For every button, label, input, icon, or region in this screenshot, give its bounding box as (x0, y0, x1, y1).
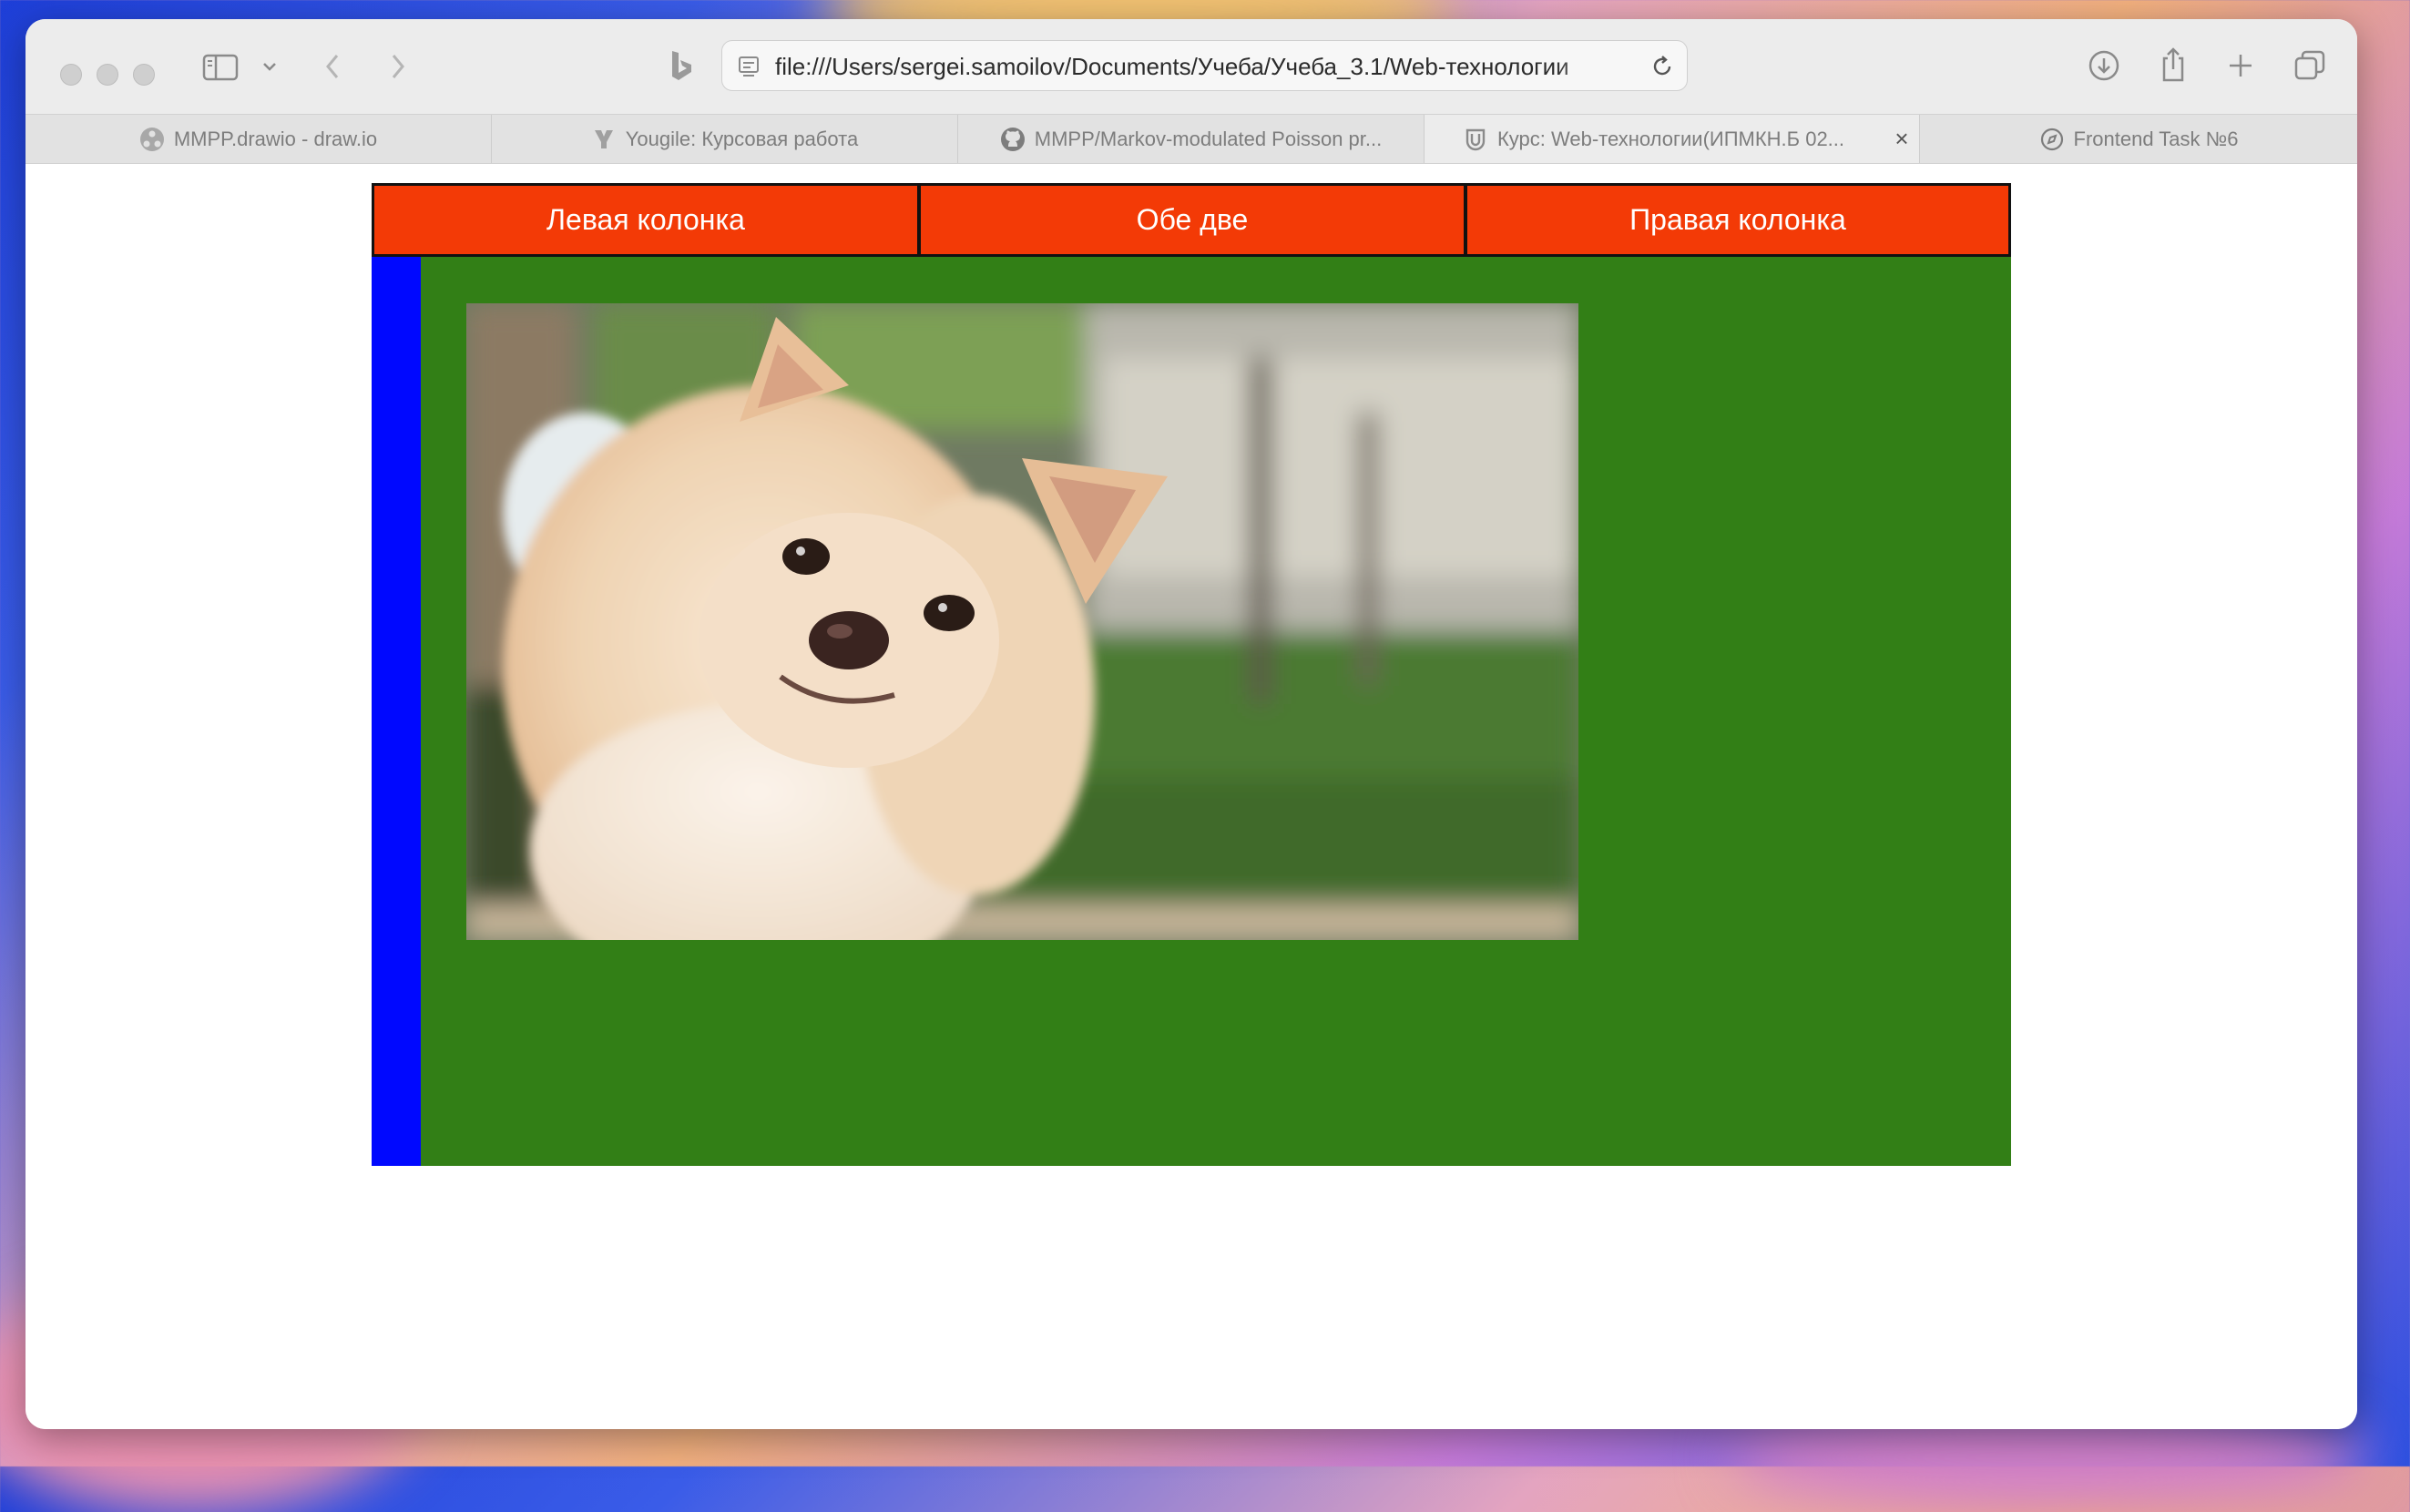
page-content: Левая колонка Обе две Правая колонка (26, 164, 2357, 1429)
tab-github[interactable]: MMPP/Markov-modulated Poisson pr... (958, 115, 1425, 163)
tab-moodle[interactable]: Курс: Web-технологии(ИПМКН.Б 02... × (1425, 115, 1920, 163)
drawio-icon (139, 127, 165, 152)
main-area (372, 257, 2011, 1166)
tab-drawio[interactable]: MMPP.drawio - draw.io (26, 115, 492, 163)
tab-yougile[interactable]: Yougile: Курсовая работа (492, 115, 958, 163)
github-icon (1000, 127, 1026, 152)
right-column-button[interactable]: Правая колонка (1465, 183, 2011, 257)
moodle-icon (1463, 127, 1488, 152)
pomeranian-dog-photo (466, 303, 1578, 940)
browser-window: file:///Users/sergei.samoilov/Documents/… (26, 19, 2357, 1429)
new-tab-icon[interactable] (2224, 49, 2257, 82)
both-columns-button[interactable]: Обе две (918, 183, 1466, 257)
tab-label: MMPP.drawio - draw.io (173, 127, 378, 150)
minimize-window-button[interactable] (97, 64, 118, 86)
zoom-window-button[interactable] (133, 64, 155, 86)
tab-overview-icon[interactable] (2292, 47, 2328, 84)
yougile-icon (591, 127, 617, 152)
tab-label: Frontend Task №6 (2073, 127, 2239, 150)
url-text[interactable]: file:///Users/sergei.samoilov/Documents/… (775, 53, 1622, 80)
left-column-button[interactable]: Левая колонка (372, 183, 920, 257)
compass-icon (2039, 127, 2065, 152)
tab-bar: MMPP.drawio - draw.io Yougile: Курсовая … (26, 114, 2357, 164)
column-menu: Левая колонка Обе две Правая колонка (372, 183, 2011, 257)
back-icon[interactable] (317, 50, 348, 83)
share-icon[interactable] (2155, 45, 2191, 85)
reload-icon[interactable] (1648, 52, 1677, 81)
left-column (372, 257, 421, 1166)
tab-frontend-task[interactable]: Frontend Task №6 (1920, 115, 2357, 163)
forward-icon[interactable] (383, 50, 414, 83)
browser-toolbar: file:///Users/sergei.samoilov/Documents/… (26, 19, 2357, 114)
tab-label: Курс: Web-технологии(ИПМКН.Б 02... (1496, 127, 1845, 150)
close-tab-icon[interactable]: × (1884, 115, 1920, 163)
sidebar-toggle-icon[interactable] (200, 52, 240, 83)
page-settings-icon[interactable] (735, 54, 762, 79)
downloads-icon[interactable] (2086, 47, 2122, 84)
bing-icon[interactable] (663, 48, 700, 85)
close-window-button[interactable] (60, 64, 82, 86)
tab-label: Yougile: Курсовая работа (625, 127, 859, 150)
tab-label: MMPP/Markov-modulated Poisson pr... (1034, 127, 1383, 150)
address-bar[interactable]: file:///Users/sergei.samoilov/Documents/… (721, 40, 1688, 91)
chevron-down-icon[interactable] (259, 56, 281, 77)
